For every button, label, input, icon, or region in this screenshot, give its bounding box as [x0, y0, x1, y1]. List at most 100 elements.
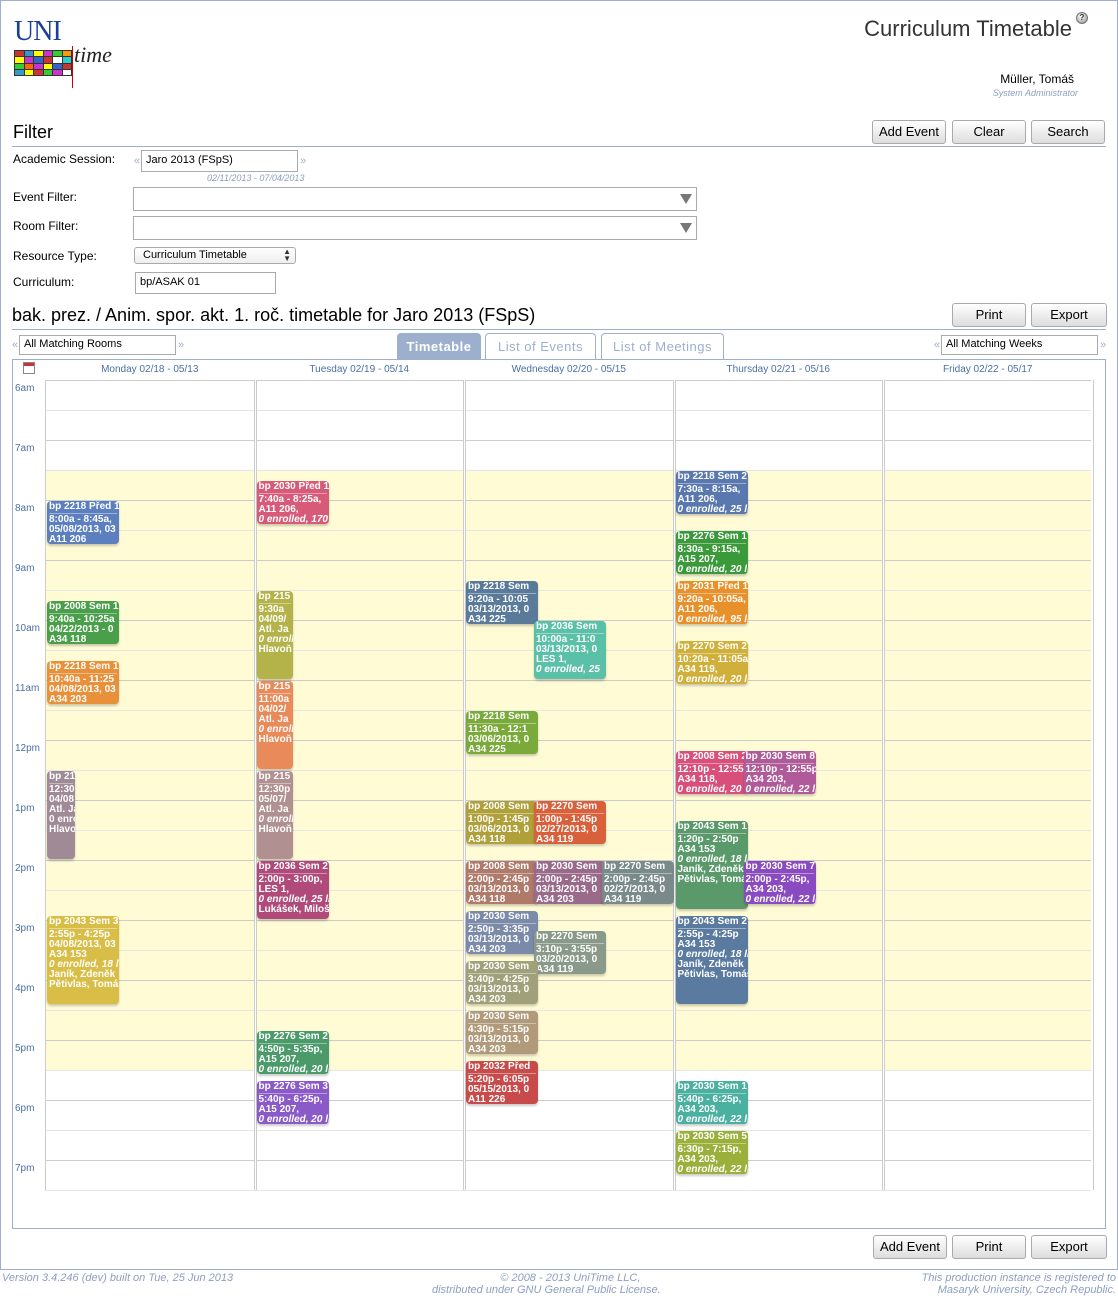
- event-detail: Hlavoň: [258, 644, 292, 655]
- bottom-export-button[interactable]: Export: [1031, 1235, 1107, 1259]
- logo-divider: [72, 46, 73, 88]
- bottom-print-button[interactable]: Print: [952, 1235, 1026, 1259]
- event-block[interactable]: bp 2218 Sem 1 10:40a - 11:25 04/08/2013, 0…: [47, 661, 119, 705]
- event-block[interactable]: bp 2218 Před 1 8:00a - 8:45a, 05/08/2013, …: [47, 501, 119, 544]
- event-block[interactable]: bp 2270 Sem 3:10p - 3:55p 03/20/2013, 0 A34…: [534, 931, 606, 975]
- next-week-arrow[interactable]: »: [1100, 339, 1106, 351]
- room-filter-input[interactable]: [133, 216, 697, 240]
- weeks-filter-select[interactable]: All Matching Weeks: [941, 335, 1098, 355]
- event-title: bp 2270 Sem: [536, 932, 604, 945]
- unitime-logo[interactable]: UNI time: [12, 16, 122, 88]
- academic-session-input[interactable]: Jaro 2013 (FSpS): [141, 150, 298, 172]
- logo-uni-text: UNI: [14, 16, 62, 47]
- tab-list-of-meetings[interactable]: List of Meetings: [601, 333, 724, 359]
- event-detail: A34 118: [468, 894, 506, 905]
- event-block[interactable]: bp 2043 Sem 3 2:55p - 4:25p 04/08/2013, 03…: [47, 916, 119, 1005]
- event-block[interactable]: bp 2112:3004/08Atl. Ja0 enrolHlavoň: [47, 771, 75, 859]
- event-block[interactable]: bp 2030 Sem 2:50p - 3:35p 03/13/2013, 0 A34…: [466, 910, 538, 954]
- hour-label: 12pm: [15, 743, 41, 754]
- dropdown-arrow-icon: [680, 223, 692, 233]
- grid-line: [45, 410, 1091, 411]
- next-session-arrow[interactable]: »: [300, 155, 306, 167]
- grid-line: [45, 1160, 1091, 1161]
- event-title: bp 2218 Sem: [468, 712, 536, 724]
- event-block[interactable]: bp 2008 Sem 1:00p - 1:45p 03/06/2013, 0 A34…: [466, 801, 538, 844]
- event-block[interactable]: bp 2043 Sem 2 2:55p - 4:25p A34 153 0 enrol…: [675, 916, 748, 1005]
- event-title: bp 2030 Sem: [536, 862, 604, 874]
- event-block[interactable]: bp 2218 Sem 11:30a - 12:1 03/06/2013, 0 A34…: [466, 711, 538, 754]
- event-block[interactable]: bp 2030 Sem 4:30p - 5:15p 03/13/2013, 0 A34…: [466, 1011, 538, 1054]
- event-block[interactable]: bp 2030 Před 1 7:40a - 8:25a, A11 206, 0 en…: [256, 481, 329, 525]
- timetable-grid: Monday 02/18 - 05/13 Tuesday 02/19 - 05/1…: [12, 359, 1106, 1229]
- tab-list-of-events[interactable]: List of Events: [485, 333, 596, 359]
- hour-label: 10am: [15, 623, 41, 634]
- session-dates: 02/11/2013 - 07/04/2013: [207, 173, 305, 183]
- prev-room-arrow[interactable]: «: [12, 339, 18, 351]
- add-event-button[interactable]: Add Event: [872, 120, 946, 144]
- event-block[interactable]: bp 2032 Před 5:20p - 6:05p 05/15/2013, 0 A1…: [466, 1060, 538, 1104]
- prev-week-arrow[interactable]: «: [934, 339, 940, 351]
- academic-session-label: Academic Session:: [13, 152, 116, 166]
- event-block[interactable]: bp 2218 Sem 2 7:30a - 8:15a, A11 206, 0 enr…: [675, 471, 748, 514]
- search-button[interactable]: Search: [1031, 120, 1105, 144]
- event-block[interactable]: bp 2270 Sem 1:00p - 1:45p 02/27/2013, 0 A34…: [534, 801, 606, 844]
- event-detail: A11 226: [468, 1093, 506, 1104]
- calendar-icon[interactable]: [23, 362, 35, 374]
- event-title: bp 2218 Před 1: [49, 501, 119, 514]
- event-block[interactable]: bp 215 11:00a 04/02/Atl. Ja 0 enroll Hlavoň: [256, 681, 293, 769]
- export-button[interactable]: Export: [1031, 303, 1107, 327]
- logo-time-text: time: [74, 42, 112, 67]
- event-title: bp 2030 Sem 7: [745, 861, 815, 874]
- event-block[interactable]: bp 215 12:30p 05/07/Atl. Ja 0 enroll Hlavoň: [256, 771, 293, 859]
- event-title: bp 2270 Sem: [604, 862, 672, 874]
- hour-label: 7am: [15, 443, 35, 454]
- registration-line-2: Masaryk University, Czech Republic.: [937, 1284, 1116, 1296]
- event-filter-label: Event Filter:: [13, 190, 78, 204]
- resource-type-select[interactable]: Curriculum Timetable ▲ ▼: [134, 247, 296, 264]
- hour-label: 2pm: [15, 863, 35, 874]
- event-block[interactable]: bp 2270 Sem 2:00p - 2:45p 02/27/2013, 0 A34…: [602, 861, 674, 904]
- dropdown-arrow-icon: [680, 194, 692, 204]
- curriculum-input[interactable]: bp/ASAK 01: [135, 272, 276, 294]
- event-detail: A34 119: [536, 964, 574, 975]
- user-name[interactable]: Müller, Tomáš: [1000, 72, 1074, 86]
- event-block[interactable]: bp 2030 Sem 8 12:10p - 12:55p A34 203, 0 en…: [743, 751, 816, 795]
- event-block[interactable]: bp 2270 Sem 2 10:20a - 11:05a A34 119, 0 en…: [675, 640, 748, 684]
- event-block[interactable]: bp 2030 Sem 5 6:30p - 7:15p, A34 203, 0 enr…: [675, 1131, 748, 1174]
- event-block[interactable]: bp 2276 Sem 1 8:30a - 9:15a, A15 207, 0 enr…: [675, 531, 748, 574]
- event-title: bp 2276 Sem 3: [258, 1081, 328, 1095]
- event-block[interactable]: bp 2036 Sem 2 2:00p - 3:00p, LES 1, 0 enrol…: [256, 861, 329, 919]
- event-detail: A34 119: [536, 834, 574, 845]
- tab-timetable[interactable]: Timetable: [397, 333, 481, 359]
- event-detail: A34 225: [468, 744, 506, 755]
- grid-line: [45, 980, 1091, 981]
- event-block[interactable]: bp 2008 Sem 2:00p - 2:45p 03/13/2013, 0 A34…: [466, 861, 538, 904]
- event-filter-input[interactable]: [133, 187, 697, 211]
- rooms-filter-select[interactable]: All Matching Rooms: [19, 335, 176, 355]
- event-block[interactable]: bp 2008 Sem 1 9:40a - 10:25a 04/22/2013 - …: [47, 601, 119, 645]
- day-separator: [45, 380, 46, 1190]
- event-block[interactable]: bp 2030 Sem 3:40p - 4:25p 03/13/2013, 0 A34…: [466, 961, 538, 1005]
- event-title: bp 215: [258, 681, 291, 694]
- event-block[interactable]: bp 2276 Sem 3 5:40p - 6:25p, A15 207, 0 enr…: [256, 1081, 329, 1125]
- event-block[interactable]: bp 215 9:30a 04/09/Atl. Ja 0 enroll Hlavoň: [256, 591, 293, 679]
- event-title: bp 2276 Sem 1: [677, 531, 747, 544]
- event-block[interactable]: bp 2276 Sem 2 4:50p - 5:35p, A15 207, 0 enr…: [256, 1030, 329, 1074]
- event-block[interactable]: bp 2036 Sem 10:00a - 11:0 03/13/2013, 0 LES…: [534, 621, 606, 679]
- event-block[interactable]: bp 2008 Sem 2 12:10p - 12:55p A34 118, 0 en…: [675, 751, 748, 795]
- clear-button[interactable]: Clear: [952, 120, 1026, 144]
- help-icon[interactable]: ?: [1076, 12, 1088, 24]
- event-block[interactable]: bp 2030 Sem 7 2:00p - 2:45p, A34 203, 0 enr…: [743, 861, 816, 904]
- print-button[interactable]: Print: [952, 303, 1026, 327]
- event-block[interactable]: bp 2030 Sem 1 5:40p - 6:25p, A34 203, 0 enr…: [675, 1081, 748, 1125]
- event-block[interactable]: bp 2031 Před 1 9:20a - 10:05a, A11 206, 0 e…: [675, 580, 748, 624]
- event-block[interactable]: bp 2030 Sem 2:00p - 2:45p 03/13/2013, 0 A34…: [534, 861, 606, 904]
- grid-line: [45, 1190, 1091, 1191]
- prev-session-arrow[interactable]: «: [134, 155, 140, 167]
- next-room-arrow[interactable]: »: [178, 339, 184, 351]
- grid-line: [45, 440, 1091, 441]
- event-block[interactable]: bp 2218 Sem 9:20a - 10:05 03/13/2013, 0 A34…: [466, 580, 538, 624]
- day-separator: [1092, 380, 1094, 1190]
- event-block[interactable]: bp 2043 Sem 1 1:20p - 2:50p A34 153 0 enrol…: [675, 820, 748, 909]
- bottom-add-event-button[interactable]: Add Event: [873, 1235, 947, 1259]
